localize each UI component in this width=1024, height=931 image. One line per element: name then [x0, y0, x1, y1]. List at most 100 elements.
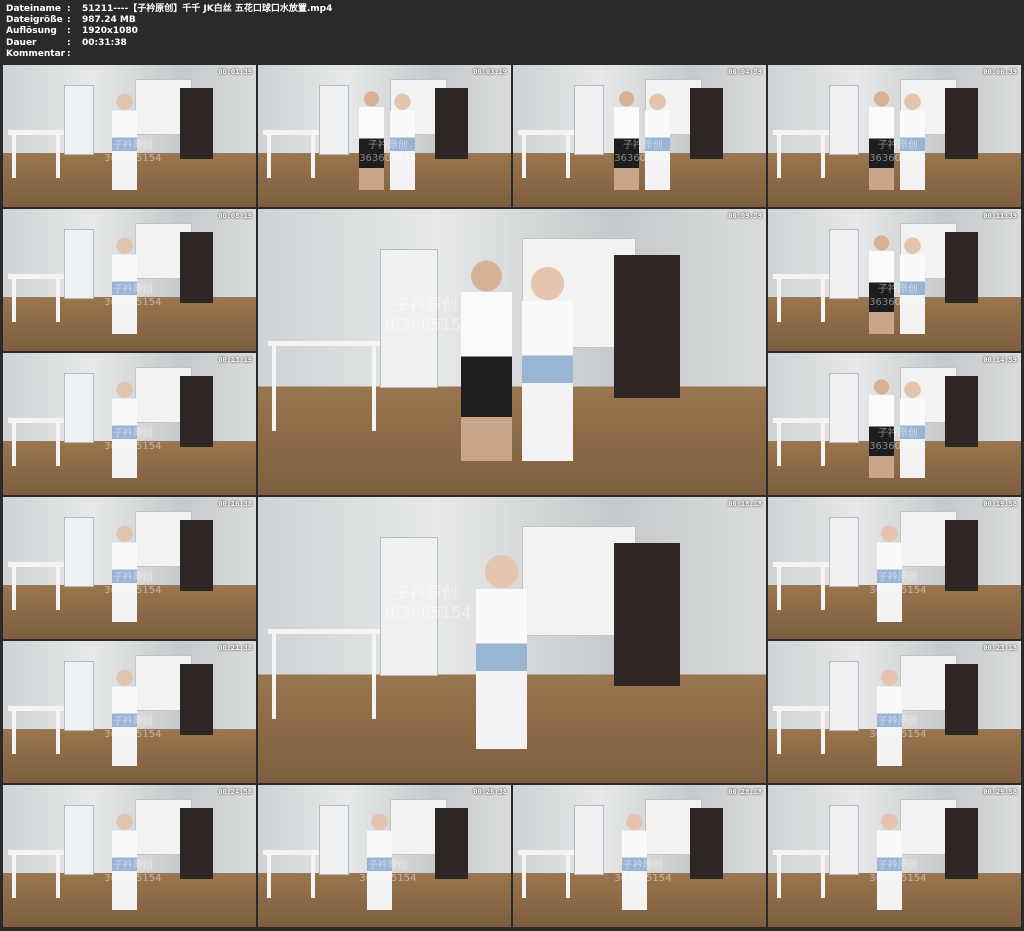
scene-door — [180, 519, 213, 591]
scene-table — [8, 562, 64, 610]
thumbnail-timestamp: 00:29:58 — [983, 788, 1017, 796]
watermark: 子衿原创 363605154 — [104, 715, 161, 741]
thumbnail-timestamp: 00:03:19 — [473, 68, 507, 76]
scene-fridge — [828, 804, 859, 876]
thumbnail-timestamp: 00:14:59 — [983, 356, 1017, 364]
thumbnail-timestamp: 00:24:58 — [218, 788, 252, 796]
video-thumbnail: 00:26:38 子衿原创 363605154 — [258, 785, 511, 927]
scene-door — [945, 375, 978, 447]
scene-door — [435, 807, 468, 879]
scene-table — [263, 130, 319, 178]
video-thumbnail: 00:16:38 子衿原创 363605154 — [3, 497, 256, 639]
scene-table — [8, 850, 64, 898]
scene-door — [945, 519, 978, 591]
watermark-line-2: 363605154 — [104, 728, 162, 740]
scene-table — [518, 130, 574, 178]
scene-table — [773, 850, 829, 898]
watermark-line-1: 子衿原创 — [367, 139, 408, 151]
thumbnail-timestamp: 00:28:18 — [728, 788, 762, 796]
thumbnail-timestamp: 00:21:38 — [218, 644, 252, 652]
watermark-line-2: 363605154 — [379, 602, 472, 622]
scene-door — [690, 87, 723, 159]
scene-fridge — [573, 84, 604, 156]
scene-fridge — [63, 804, 94, 876]
video-thumbnail: 00:11:39 子衿原创 363605154 — [768, 209, 1021, 351]
scene-table — [8, 706, 64, 754]
scene-door — [945, 87, 978, 159]
scene-table — [268, 340, 380, 432]
watermark: 子衿原创 363605154 — [869, 283, 926, 309]
watermark: 子衿原创 363605154 — [359, 859, 416, 885]
scene-table — [268, 628, 380, 720]
scene-fridge — [318, 804, 349, 876]
scene-door — [945, 231, 978, 303]
watermark: 子衿原创 363605154 — [869, 571, 926, 597]
scene-door — [945, 807, 978, 879]
thumbnail-timestamp: 00:16:38 — [218, 500, 252, 508]
thumbnail-timestamp: 00:19:58 — [983, 500, 1017, 508]
scene-table — [773, 418, 829, 466]
watermark-line-2: 363605154 — [614, 872, 672, 884]
watermark-line-1: 子衿原创 — [367, 859, 408, 871]
watermark-line-2: 363605154 — [359, 152, 417, 164]
video-thumbnail: 00:14:59 子衿原创 363605154 — [768, 353, 1021, 495]
scene-fridge — [63, 84, 94, 156]
video-thumbnail: 00:13:19 子衿原创 363605154 — [3, 353, 256, 495]
watermark-line-2: 363605154 — [869, 296, 927, 308]
scene-fridge — [63, 372, 94, 444]
scene-door — [180, 807, 213, 879]
scene-fridge — [63, 516, 94, 588]
thumbnail-timestamp: 00:09:59 — [728, 212, 762, 220]
video-thumbnail: 00:29:58 子衿原创 363605154 — [768, 785, 1021, 927]
scene-person — [522, 266, 573, 461]
video-thumbnail: 00:01:39 子衿原创 363605154 — [3, 65, 256, 207]
video-thumbnail: 00:08:19 子衿原创 363605154 — [3, 209, 256, 351]
watermark: 子衿原创 363605154 — [869, 715, 926, 741]
watermark-line-2: 363605154 — [869, 872, 927, 884]
thumbnail-timestamp: 00:04:59 — [728, 68, 762, 76]
scene-table — [773, 562, 829, 610]
thumbnail-timestamp: 00:08:19 — [218, 212, 252, 220]
watermark-line-1: 子衿原创 — [112, 859, 153, 871]
scene-fridge — [828, 84, 859, 156]
watermark: 子衿原创 363605154 — [614, 859, 671, 885]
scene-table — [8, 274, 64, 322]
scene-door — [435, 87, 468, 159]
watermark: 子衿原创 363605154 — [104, 139, 161, 165]
thumbnail-timestamp: 00:23:18 — [983, 644, 1017, 652]
scene-door — [180, 375, 213, 447]
watermark: 子衿原创 363605154 — [104, 859, 161, 885]
watermark: 子衿原创 363605154 — [380, 295, 472, 335]
scene-fridge — [828, 516, 859, 588]
scene-door — [613, 254, 680, 398]
watermark-line-2: 363605154 — [869, 584, 927, 596]
video-thumbnail: 00:06:39 子衿原创 363605154 — [768, 65, 1021, 207]
watermark-line-2: 363605154 — [869, 152, 927, 164]
watermark: 子衿原创 363605154 — [104, 283, 161, 309]
scene-door — [180, 87, 213, 159]
watermark-line-1: 子衿原创 — [393, 582, 458, 602]
watermark-line-2: 363605154 — [104, 152, 162, 164]
scene-door — [613, 542, 680, 686]
watermark-line-2: 363605154 — [104, 296, 162, 308]
watermark: 子衿原创 363605154 — [869, 427, 926, 453]
scene-door — [180, 663, 213, 735]
thumbnail-timestamp: 00:26:38 — [473, 788, 507, 796]
thumbnail-grid: 00:01:39 子衿原创 363605154 00:03:19 子衿原创 3636051… — [0, 0, 1024, 931]
watermark-line-2: 363605154 — [614, 152, 672, 164]
thumbnail-timestamp: 00:06:39 — [983, 68, 1017, 76]
scene-table — [518, 850, 574, 898]
scene-fridge — [573, 804, 604, 876]
scene-table — [8, 418, 64, 466]
scene-fridge — [828, 660, 859, 732]
scene-fridge — [318, 84, 349, 156]
scene-helper — [461, 260, 512, 461]
video-thumbnail: 00:21:38 子衿原创 363605154 — [3, 641, 256, 783]
scene-fridge — [828, 372, 859, 444]
watermark-line-1: 子衿原创 — [112, 715, 153, 727]
watermark: 子衿原创 363605154 — [104, 427, 161, 453]
watermark-line-1: 子衿原创 — [877, 715, 918, 727]
scene-fridge — [828, 228, 859, 300]
scene-fridge — [63, 660, 94, 732]
watermark-line-1: 子衿原创 — [877, 139, 918, 151]
